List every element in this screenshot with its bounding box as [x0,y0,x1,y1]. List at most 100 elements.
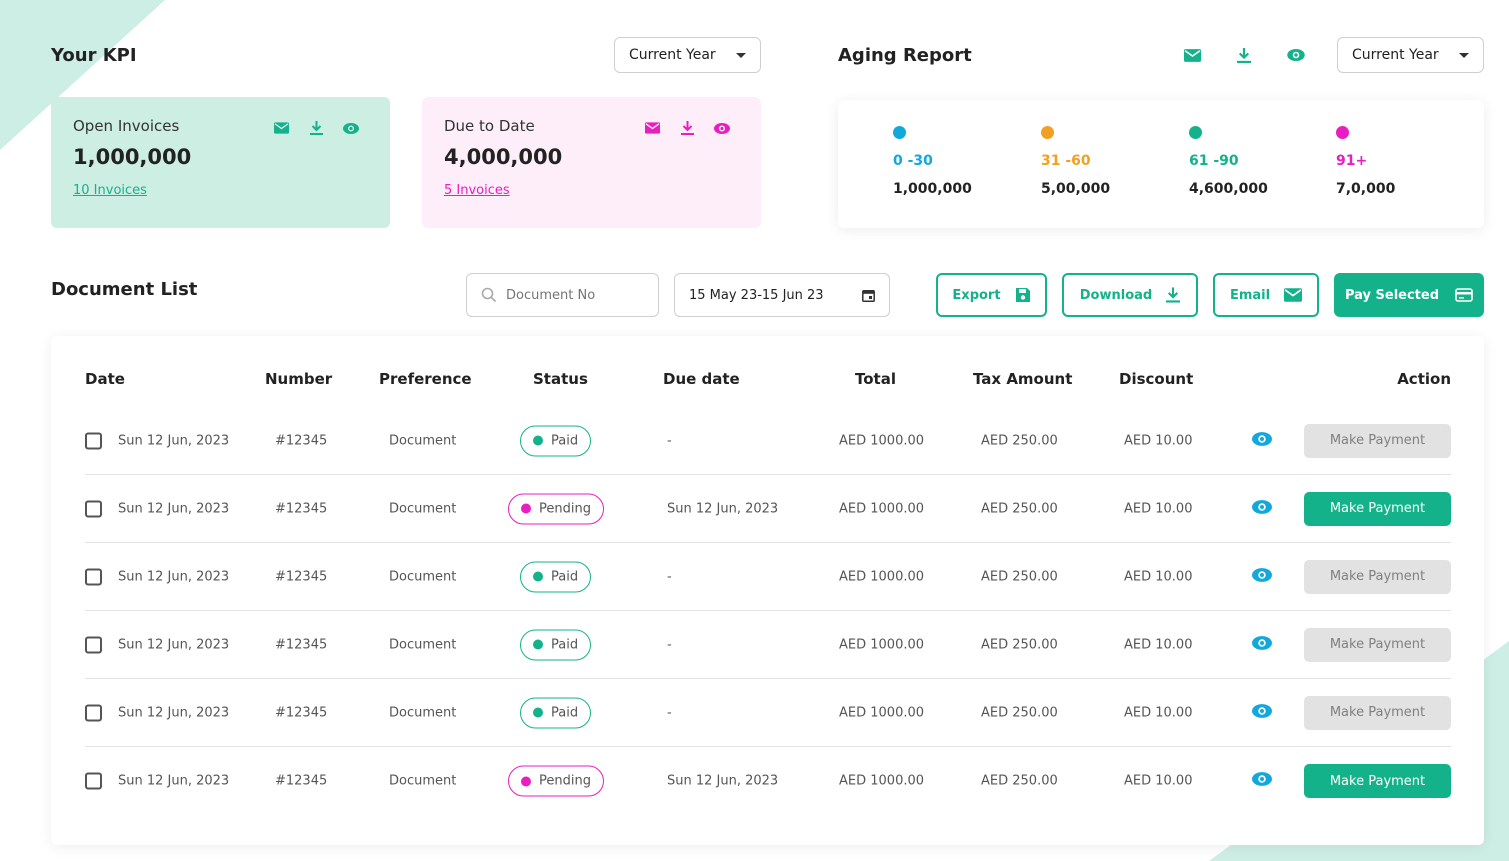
row-checkbox[interactable] [85,500,102,517]
aging-report-card: 0 -30 1,000,000 31 -60 5,00,000 61 -90 4… [838,100,1484,228]
table-row: Sun 12 Jun, 2023 #12345 Document Pending… [85,475,1451,543]
view-eye-icon[interactable] [1252,703,1272,722]
column-header-preference: Preference [379,370,472,388]
view-eye-icon[interactable] [1252,567,1272,586]
row-preference: Document [389,433,457,448]
row-checkbox[interactable] [85,568,102,585]
row-number: #12345 [275,637,328,652]
mail-icon[interactable] [1183,46,1201,64]
status-dot [533,639,543,650]
row-total: AED 1000.00 [839,433,925,448]
view-eye-icon[interactable] [1252,431,1272,450]
make-payment-button[interactable]: Make Payment [1304,491,1451,526]
table-row: Sun 12 Jun, 2023 #12345 Document Paid - … [85,543,1451,611]
eye-icon[interactable] [713,119,731,137]
document-table: Date Number Preference Status Due date T… [51,336,1484,845]
row-discount: AED 10.00 [1124,569,1193,584]
row-date: Sun 12 Jun, 2023 [118,637,230,652]
row-preference: Document [389,569,457,584]
make-payment-button[interactable]: Make Payment [1304,423,1451,458]
bucket-amount: 5,00,000 [1041,181,1111,197]
status-label: Paid [551,569,579,584]
bucket-color-dot [1336,126,1349,139]
row-due-date: - [667,569,672,584]
make-payment-button[interactable]: Make Payment [1304,695,1451,730]
row-tax-amount: AED 250.00 [981,501,1058,516]
status-badge: Pending [508,493,604,524]
pay-selected-button[interactable]: Pay Selected [1334,273,1484,317]
status-dot [533,571,543,582]
view-eye-icon[interactable] [1252,635,1272,654]
row-date: Sun 12 Jun, 2023 [118,433,230,448]
aging-bucket: 31 -60 5,00,000 [1041,126,1110,197]
row-checkbox[interactable] [85,772,102,790]
column-header-action: Action [1397,370,1451,388]
kpi-card-invoices-link[interactable]: 5 Invoices [444,183,510,198]
date-range-value: 15 May 23-15 Jun 23 [689,287,824,303]
make-payment-button[interactable]: Make Payment [1304,764,1451,798]
row-date: Sun 12 Jun, 2023 [118,705,230,720]
row-tax-amount: AED 250.00 [981,637,1058,652]
document-list-title: Document List [51,279,198,300]
save-icon [1015,287,1031,303]
kpi-period-value: Current Year [629,47,716,63]
kpi-period-select[interactable]: Current Year [614,37,761,73]
download-icon [1166,287,1181,303]
row-due-date: - [667,637,672,652]
view-eye-icon[interactable] [1252,499,1272,518]
column-header-status: Status [533,370,588,388]
kpi-card-value: 4,000,000 [444,145,563,169]
row-number: #12345 [275,501,328,516]
row-total: AED 1000.00 [839,705,925,720]
row-discount: AED 10.00 [1124,773,1193,789]
view-eye-icon[interactable] [1252,772,1272,790]
row-date: Sun 12 Jun, 2023 [118,569,230,584]
download-button[interactable]: Download [1062,273,1198,317]
row-preference: Document [389,773,457,789]
bucket-amount: 7,0,000 [1336,181,1396,197]
aging-bucket: 91+ 7,0,000 [1336,126,1395,197]
row-total: AED 1000.00 [839,501,925,516]
row-checkbox[interactable] [85,704,102,721]
row-preference: Document [389,637,457,652]
bucket-amount: 1,000,000 [893,181,972,197]
status-badge: Paid [520,629,592,660]
download-icon[interactable] [1235,46,1253,64]
row-due-date: - [667,433,672,448]
make-payment-button[interactable]: Make Payment [1304,559,1451,594]
row-tax-amount: AED 250.00 [981,569,1058,584]
eye-icon[interactable] [1287,46,1305,64]
download-icon[interactable] [678,119,696,137]
email-button[interactable]: Email [1213,273,1319,317]
download-icon[interactable] [307,119,325,137]
caret-down-icon [736,52,746,58]
status-badge: Paid [520,697,592,728]
row-checkbox[interactable] [85,636,102,653]
export-button[interactable]: Export [936,273,1047,317]
aging-period-value: Current Year [1352,47,1439,63]
make-payment-button[interactable]: Make Payment [1304,627,1451,662]
document-search-input[interactable] [506,287,636,303]
row-tax-amount: AED 250.00 [981,705,1058,720]
row-checkbox[interactable] [85,432,102,449]
row-due-date: Sun 12 Jun, 2023 [667,773,779,789]
row-tax-amount: AED 250.00 [981,773,1058,789]
mail-icon[interactable] [272,119,290,137]
row-total: AED 1000.00 [839,569,925,584]
mail-icon [1284,288,1303,302]
kpi-card-due-to-date: Due to Date 4,000,000 5 Invoices [422,97,761,228]
bucket-color-dot [1189,126,1202,139]
pay-selected-button-label: Pay Selected [1344,287,1440,303]
status-label: Paid [551,705,579,720]
date-range-picker[interactable]: 15 May 23-15 Jun 23 [674,273,890,317]
kpi-card-invoices-link[interactable]: 10 Invoices [73,183,147,198]
credit-card-icon [1455,287,1473,303]
eye-icon[interactable] [342,119,360,137]
row-discount: AED 10.00 [1124,501,1193,516]
column-header-total: Total [855,370,896,388]
status-dot [521,776,531,786]
aging-period-select[interactable]: Current Year [1337,37,1484,73]
document-search[interactable] [466,273,659,317]
row-number: #12345 [275,773,328,789]
mail-icon[interactable] [643,119,661,137]
